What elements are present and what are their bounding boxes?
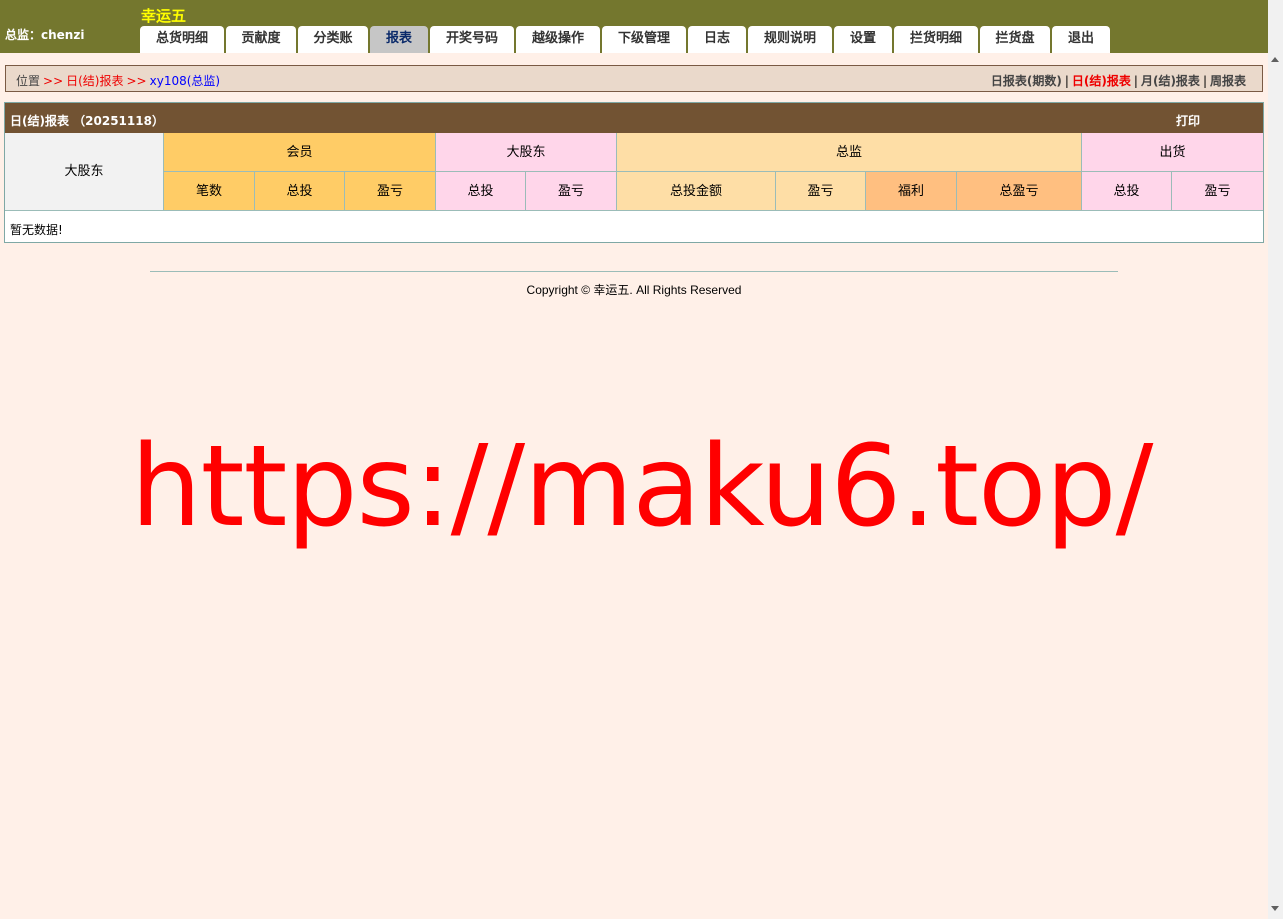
subheader-director-pl: 盈亏 [776,172,866,211]
group-major-shareholder: 大股东 [436,133,617,172]
top-bar: 总监：chenzi 幸运五 总货明细 贡献度 分类账 报表 开奖号码 越级操作 … [0,0,1268,53]
tab-skip-level[interactable]: 越级操作 [516,26,600,53]
tab-contribution[interactable]: 贡献度 [226,26,296,53]
user-info: 总监：chenzi [5,26,84,43]
print-button[interactable]: 打印 [1176,112,1200,129]
subheader-major-total: 总投 [436,172,526,211]
tab-draw-results[interactable]: 开奖号码 [430,26,514,53]
scroll-up-arrow-icon[interactable] [1271,57,1279,62]
breadcrumb-account[interactable]: xy108(总监) [150,74,220,88]
scroll-down-arrow-icon[interactable] [1271,906,1279,911]
tab-rules[interactable]: 规则说明 [748,26,832,53]
link-divider: | [1133,74,1138,88]
breadcrumb-daily-report[interactable]: 日(结)报表 [66,74,123,88]
col-major-shareholder: 大股东 [5,133,164,211]
subheader-member-total: 总投 [255,172,345,211]
footer-divider [150,271,1118,272]
group-director: 总监 [617,133,1082,172]
subheader-member-count: 笔数 [164,172,255,211]
empty-state-message: 暂无数据! [10,223,63,237]
tab-intercept-board[interactable]: 拦货盘 [980,26,1050,53]
tab-ledger[interactable]: 分类账 [298,26,368,53]
breadcrumb-separator: >> [43,74,64,88]
watermark-url: https://maku6.top/ [130,422,1154,552]
tab-sub-management[interactable]: 下级管理 [602,26,686,53]
subheader-major-pl: 盈亏 [526,172,617,211]
breadcrumb: 位置 >> 日(结)报表 >> xy108(总监) [16,72,220,89]
report-type-links: 日报表(期数) | 日(结)报表 | 月(结)报表 | 周报表 [991,72,1246,89]
tab-logout[interactable]: 退出 [1052,26,1110,53]
user-role-label: 总监： [5,28,42,42]
tab-settings[interactable]: 设置 [834,26,892,53]
report-header: 日(结)报表 （20251118） 打印 [5,103,1263,133]
copyright-text: Copyright © 幸运五. All Rights Reserved [526,283,742,297]
breadcrumb-position-label: 位置 [16,74,41,88]
tab-total-detail[interactable]: 总货明细 [140,26,224,53]
subheader-outgoing-pl: 盈亏 [1172,172,1263,211]
subheader-director-total-pl: 总盈亏 [957,172,1082,211]
report-title: 日(结)报表 （20251118） [10,114,164,128]
breadcrumb-bar: 位置 >> 日(结)报表 >> xy108(总监) 日报表(期数) | 日(结)报表 | 月(结… [5,65,1263,92]
link-period-report[interactable]: 日报表(期数) [991,74,1062,88]
link-divider: | [1064,74,1069,88]
subheader-director-amount: 总投金额 [617,172,776,211]
username: chenzi [41,28,85,42]
breadcrumb-separator: >> [126,74,147,88]
link-daily-report[interactable]: 日(结)报表 [1072,74,1131,88]
tab-report[interactable]: 报表 [370,26,428,53]
link-divider: | [1202,74,1207,88]
group-outgoing: 出货 [1082,133,1263,172]
report-table: 日(结)报表 （20251118） 打印 大股东 会员 大股东 总监 出货 笔数… [4,102,1264,243]
link-monthly-report[interactable]: 月(结)报表 [1141,74,1200,88]
subheader-member-pl: 盈亏 [345,172,436,211]
subheader-director-welfare: 福利 [866,172,957,211]
link-weekly-report[interactable]: 周报表 [1210,74,1246,88]
app-title: 幸运五 [141,7,187,25]
group-member: 会员 [164,133,436,172]
tab-intercept-detail[interactable]: 拦货明细 [894,26,978,53]
tab-log[interactable]: 日志 [688,26,746,53]
subheader-outgoing-total: 总投 [1082,172,1172,211]
